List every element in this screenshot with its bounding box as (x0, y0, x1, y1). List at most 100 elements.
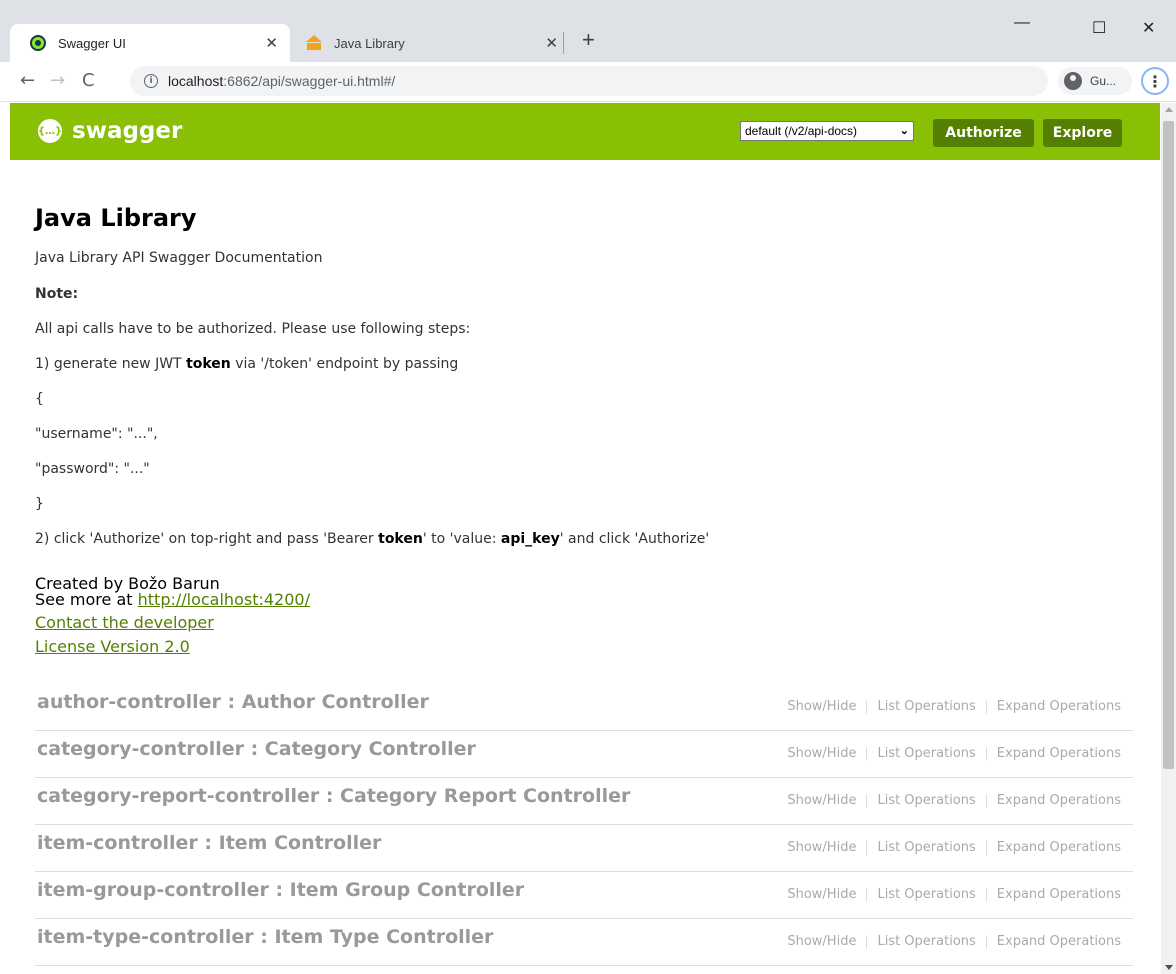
swagger-logo[interactable]: {…} swagger (38, 117, 182, 145)
contact-developer-link[interactable]: Contact the developer (35, 615, 214, 631)
resource-list: author-controller : Author Controller Sh… (35, 684, 1133, 966)
show-hide-link[interactable]: Show/Hide (787, 794, 866, 808)
swagger-favicon-icon (30, 35, 46, 51)
auth-instructions: All api calls have to be authorized. Ple… (35, 321, 471, 337)
library-favicon-icon (306, 35, 322, 51)
step-two-api-key: api_key (500, 531, 560, 547)
resource-name[interactable]: item-type-controller : Item Type Control… (37, 925, 493, 949)
json-password-line: "password": "..." (35, 461, 150, 477)
step-one: 1) generate new JWT token via '/token' e… (35, 355, 458, 373)
tab-close-icon[interactable]: ✕ (265, 33, 278, 53)
step-one-text-c: via '/token' endpoint by passing (230, 356, 459, 372)
swagger-logo-text: swagger (72, 118, 183, 144)
expand-operations-link[interactable]: Expand Operations (985, 747, 1121, 761)
step-two-text-e: ' and click 'Authorize' (559, 531, 710, 547)
browser-menu-icon[interactable]: ⋮ (1141, 67, 1169, 95)
expand-operations-link[interactable]: Expand Operations (985, 841, 1121, 855)
minimize-window-button[interactable]: — (1014, 14, 1030, 32)
address-bar[interactable]: i localhost:6862/api/swagger-ui.html#/ (130, 66, 1048, 96)
json-brace-close: } (35, 496, 44, 512)
forward-arrow-icon[interactable]: → (50, 70, 65, 92)
list-operations-link[interactable]: List Operations (866, 747, 985, 761)
tab-swagger-ui[interactable]: Swagger UI ✕ (10, 24, 290, 62)
resource-item-controller: item-controller : Item Controller Show/H… (35, 825, 1133, 872)
resource-operations: Show/Hide List Operations Expand Operati… (787, 794, 1121, 808)
list-operations-link[interactable]: List Operations (866, 888, 985, 902)
expand-operations-link[interactable]: Expand Operations (985, 794, 1121, 808)
list-operations-link[interactable]: List Operations (866, 794, 985, 808)
tab-separator (563, 32, 564, 54)
resource-item-group-controller: item-group-controller : Item Group Contr… (35, 872, 1133, 919)
step-two: 2) click 'Authorize' on top-right and pa… (35, 530, 709, 548)
page-scrollbar[interactable] (1161, 103, 1176, 974)
url-host: localhost (168, 73, 224, 89)
scrollbar-thumb[interactable] (1163, 121, 1174, 769)
api-info: Java Library Java Library API Swagger Do… (35, 203, 1135, 655)
tab-title: Java Library (334, 35, 405, 51)
explore-button[interactable]: Explore (1043, 119, 1122, 147)
resource-operations: Show/Hide List Operations Expand Operati… (787, 747, 1121, 761)
show-hide-link[interactable]: Show/Hide (787, 700, 866, 714)
new-tab-button[interactable]: + (582, 29, 595, 51)
scroll-up-arrow-icon[interactable] (1165, 107, 1173, 112)
license-link[interactable]: License Version 2.0 (35, 639, 190, 655)
tab-java-library[interactable]: Java Library ✕ (290, 24, 570, 62)
json-username-line: "username": "...", (35, 426, 158, 442)
list-operations-link[interactable]: List Operations (866, 841, 985, 855)
maximize-window-button[interactable]: ☐ (1092, 18, 1106, 38)
scroll-down-arrow-icon[interactable] (1165, 965, 1173, 970)
reload-icon[interactable]: C (82, 70, 95, 92)
expand-operations-link[interactable]: Expand Operations (985, 935, 1121, 949)
see-more-link[interactable]: http://localhost:4200/ (138, 590, 310, 609)
resource-category-controller: category-controller : Category Controlle… (35, 731, 1133, 778)
expand-operations-link[interactable]: Expand Operations (985, 700, 1121, 714)
resource-name[interactable]: category-controller : Category Controlle… (37, 737, 476, 761)
api-spec-select-value: default (/v2/api-docs) (745, 124, 858, 138)
show-hide-link[interactable]: Show/Hide (787, 888, 866, 902)
resource-operations: Show/Hide List Operations Expand Operati… (787, 841, 1121, 855)
resource-operations: Show/Hide List Operations Expand Operati… (787, 700, 1121, 714)
expand-operations-link[interactable]: Expand Operations (985, 888, 1121, 902)
note-heading: Note: (35, 286, 79, 302)
show-hide-link[interactable]: Show/Hide (787, 935, 866, 949)
profile-button[interactable]: Gu... (1058, 67, 1132, 95)
close-window-button[interactable]: ✕ (1142, 18, 1155, 38)
swagger-header: {…} swagger default (/v2/api-docs) ⌄ Aut… (10, 103, 1160, 160)
resource-name[interactable]: item-group-controller : Item Group Contr… (37, 878, 524, 902)
step-two-text-a: 2) click 'Authorize' on top-right and pa… (35, 531, 379, 547)
step-one-token: token (186, 356, 231, 372)
show-hide-link[interactable]: Show/Hide (787, 747, 866, 761)
site-info-icon[interactable]: i (144, 74, 158, 88)
resource-name[interactable]: item-controller : Item Controller (37, 831, 381, 855)
profile-label: Gu... (1090, 74, 1117, 88)
api-title: Java Library (35, 204, 197, 232)
see-more: See more at http://localhost:4200/ (35, 592, 310, 608)
swagger-logo-icon: {…} (38, 119, 62, 143)
resource-author-controller: author-controller : Author Controller Sh… (35, 684, 1133, 731)
url-path: :6862/api/swagger-ui.html#/ (223, 73, 396, 89)
url-text[interactable]: localhost:6862/api/swagger-ui.html#/ (168, 73, 395, 89)
browser-tab-bar: Swagger UI ✕ Java Library ✕ + — ☐ ✕ (0, 0, 1176, 62)
json-brace-open: { (35, 391, 44, 407)
chevron-down-icon: ⌄ (899, 125, 909, 137)
resource-item-type-controller: item-type-controller : Item Type Control… (35, 919, 1133, 966)
back-arrow-icon[interactable]: ← (20, 70, 35, 92)
see-more-label: See more at (35, 590, 138, 609)
page-viewport: {…} swagger default (/v2/api-docs) ⌄ Aut… (10, 103, 1160, 974)
list-operations-link[interactable]: List Operations (866, 935, 985, 949)
api-description: Java Library API Swagger Documentation (35, 250, 323, 266)
tab-close-icon[interactable]: ✕ (545, 33, 558, 53)
profile-avatar-icon (1064, 72, 1082, 90)
resource-name[interactable]: author-controller : Author Controller (37, 690, 429, 714)
step-two-text-c: ' to 'value: (422, 531, 501, 547)
show-hide-link[interactable]: Show/Hide (787, 841, 866, 855)
step-one-text-a: 1) generate new JWT (35, 356, 187, 372)
tab-title: Swagger UI (58, 35, 126, 51)
authorize-button[interactable]: Authorize (933, 119, 1034, 147)
api-spec-select[interactable]: default (/v2/api-docs) ⌄ (740, 121, 914, 141)
resource-operations: Show/Hide List Operations Expand Operati… (787, 935, 1121, 949)
list-operations-link[interactable]: List Operations (866, 700, 985, 714)
resource-operations: Show/Hide List Operations Expand Operati… (787, 888, 1121, 902)
resource-category-report-controller: category-report-controller : Category Re… (35, 778, 1133, 825)
resource-name[interactable]: category-report-controller : Category Re… (37, 784, 630, 808)
